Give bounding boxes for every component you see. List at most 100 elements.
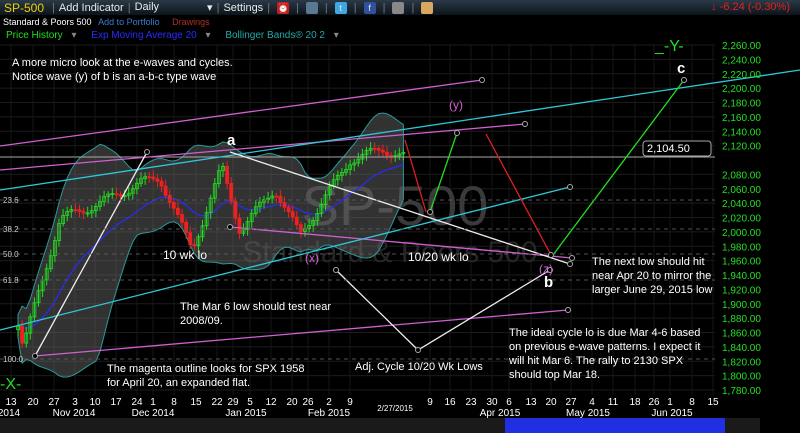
- fib-label: 23.6: [3, 196, 19, 205]
- fib-label: 100.0: [3, 355, 24, 364]
- candle-body: [233, 200, 238, 219]
- y-tick-label: 1,900.00: [722, 300, 761, 311]
- x-day-label: 1: [667, 397, 673, 408]
- fib-label: 61.8: [3, 276, 19, 285]
- candle-body: [282, 202, 287, 208]
- candle-body: [278, 195, 283, 203]
- candle-body: [286, 206, 291, 213]
- intro-note: A more micro look at the e-waves and cyc…: [12, 57, 233, 83]
- big-x-label: -X-: [0, 376, 22, 393]
- ideal-cycle-note: The ideal cycle lo is due Mar 4-6 based o…: [509, 327, 701, 381]
- x-day-label: 10: [89, 397, 101, 408]
- candle-body: [184, 221, 189, 233]
- y-tick-label: 1,780.00: [722, 386, 761, 397]
- x-day-label: 20: [286, 397, 298, 408]
- wave-b-label: b: [544, 274, 554, 291]
- navigator-window[interactable]: [505, 418, 725, 433]
- candle-body: [20, 325, 25, 344]
- candle-body: [175, 207, 180, 215]
- y-tick-label: 2,140.00: [722, 127, 761, 138]
- magenta-note: The magenta outline looks for SPX 1958 fo…: [107, 363, 305, 389]
- candle-body: [290, 211, 295, 218]
- y-tick-label: 1,860.00: [722, 329, 761, 340]
- y-tick-label: 2,240.00: [722, 55, 761, 66]
- x-day-label: 9: [347, 397, 353, 408]
- x-day-label: 17: [110, 397, 122, 408]
- candle-body: [159, 180, 164, 187]
- candle-body: [274, 195, 279, 198]
- y-tick-label: 2,080.00: [722, 170, 761, 181]
- x-day-label: 18: [629, 397, 641, 408]
- x-day-label: 9: [427, 397, 433, 408]
- candle-body: [73, 209, 78, 212]
- navigator-strip[interactable]: [0, 418, 760, 433]
- candle-body: [118, 194, 123, 197]
- candle-body: [114, 193, 119, 196]
- candle-body: [380, 149, 385, 153]
- wave-y-label: (y): [449, 98, 463, 112]
- current-date-label: 2/27/2015: [377, 404, 413, 413]
- x-day-label: 4: [589, 397, 595, 408]
- fib-label: 38.2: [3, 225, 19, 234]
- candle-body: [225, 165, 230, 184]
- x-day-label: 6: [506, 397, 512, 408]
- x-day-label: 15: [707, 397, 719, 408]
- y-tick-label: 1,820.00: [722, 357, 761, 368]
- y-tick-label: 1,920.00: [722, 285, 761, 296]
- candle-body: [298, 224, 303, 232]
- y-tick-label: 2,220.00: [722, 70, 761, 81]
- candle-body: [188, 232, 193, 245]
- x-day-label: 5: [247, 397, 253, 408]
- x-axis: 13 20 27 3 10 17 24 1 8 15 22 29 5 12 20 26 2 9 9 16 23 30 6 13…: [0, 397, 719, 419]
- x-day-label: 16: [444, 397, 456, 408]
- candle-body: [155, 178, 160, 182]
- x-day-label: 13: [525, 397, 537, 408]
- y-tick-label: 2,200.00: [722, 84, 761, 95]
- x-day-label: 27: [48, 397, 60, 408]
- y-tick-label: 2,160.00: [722, 113, 761, 124]
- x-day-label: 22: [211, 397, 223, 408]
- next-low-note: The next low should hit near Apr 20 to mi…: [592, 256, 713, 296]
- candle-body: [294, 216, 299, 226]
- y-tick-label: 2,120.00: [722, 142, 761, 153]
- wave-a-label: a: [227, 132, 236, 149]
- x-day-label: 29: [227, 397, 239, 408]
- wave-x-label: (x): [305, 251, 319, 265]
- candle-body: [180, 214, 184, 223]
- y-tick-label: 2,180.00: [722, 99, 761, 110]
- y-tick-label: 1,940.00: [722, 271, 761, 282]
- x-day-label: 8: [689, 397, 695, 408]
- adj-cycle-note: Adj. Cycle 10/20 Wk Lows: [355, 361, 483, 373]
- candle-body: [151, 176, 156, 180]
- candle-body: [372, 147, 377, 150]
- y-tick-label: 2,260.00: [722, 41, 761, 52]
- candle-body: [171, 201, 176, 209]
- big-y-label: _-Y-: [655, 38, 684, 55]
- x-day-label: 2: [326, 397, 332, 408]
- candle-body: [192, 244, 197, 247]
- x-day-label: 3: [72, 397, 78, 408]
- y-tick-label: 1,880.00: [722, 314, 761, 325]
- x-day-label: 26: [302, 397, 314, 408]
- x-day-label: 12: [265, 397, 277, 408]
- x-day-label: 8: [171, 397, 177, 408]
- y-tick-label: 2,060.00: [722, 185, 761, 196]
- wave-z-label: (z): [539, 262, 553, 276]
- x-day-label: 26: [648, 397, 660, 408]
- candle-body: [385, 151, 389, 156]
- magenta-trendline-upper: [0, 79, 483, 147]
- fib-label: 50.0: [3, 250, 19, 259]
- candle-body: [147, 176, 152, 179]
- candle-body: [229, 183, 234, 202]
- candle-body: [81, 211, 86, 214]
- y-tick-label: 2,040.00: [722, 199, 761, 210]
- y-tick-label: 2,020.00: [722, 214, 761, 225]
- y-tick-label: 1,840.00: [722, 343, 761, 354]
- last-price-label: 2,104.50: [647, 143, 690, 155]
- mar6-note: The Mar 6 low should test near 2008/09.: [180, 301, 332, 327]
- x-day-label: 24: [131, 397, 143, 408]
- wave-c-label: c: [677, 60, 686, 77]
- x-day-label: 20: [27, 397, 39, 408]
- y-tick-label: 1,960.00: [722, 257, 761, 268]
- y-tick-label: 2,000.00: [722, 228, 761, 239]
